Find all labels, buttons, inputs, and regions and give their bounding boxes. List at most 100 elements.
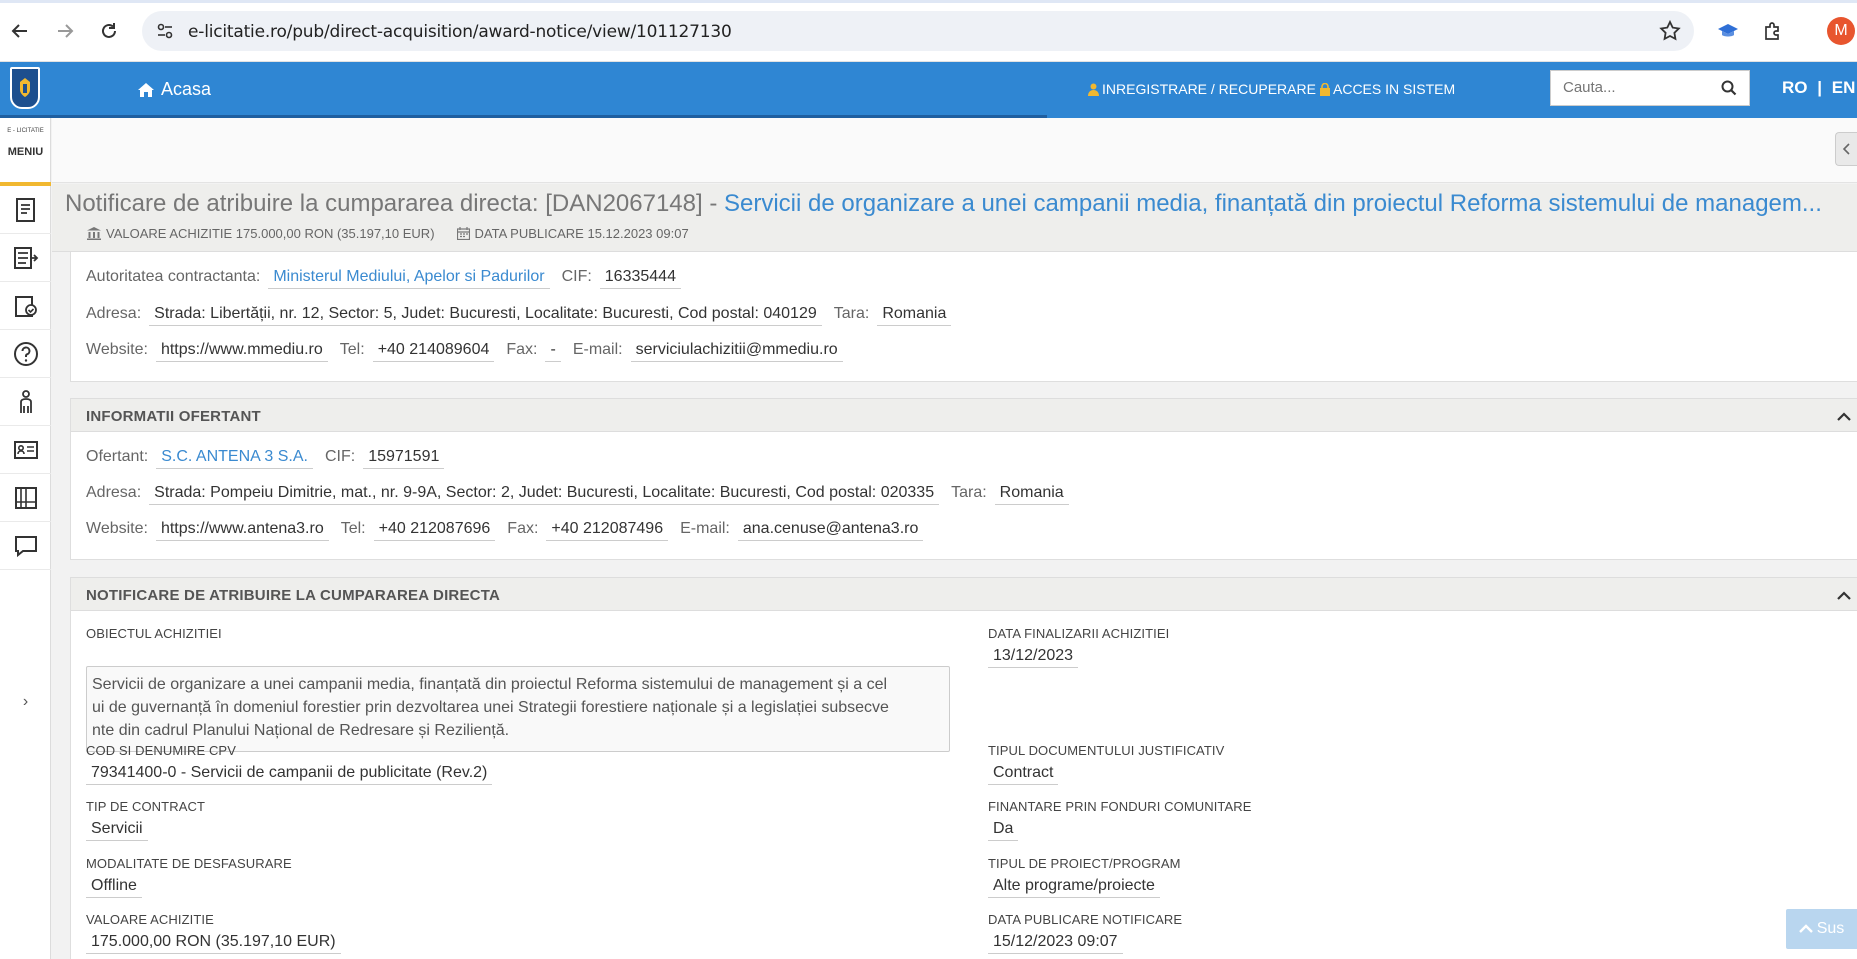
sidebar-item-library[interactable]: [0, 474, 51, 522]
bidder-tel: +40 212087696: [373, 520, 496, 541]
browser-toolbar: e-licitatie.ro/pub/direct-acquisition/aw…: [0, 0, 1857, 62]
profile-avatar[interactable]: M: [1827, 17, 1855, 45]
notice-panel: NOTIFICARE DE ATRIBUIRE LA CUMPARAREA DI…: [70, 577, 1857, 959]
sidebar-item-procedures[interactable]: [0, 234, 51, 282]
meta-value: VALOARE ACHIZITIE 175.000,00 RON (35.197…: [87, 226, 435, 241]
register-link[interactable]: INREGISTRARE / RECUPERARE: [1088, 81, 1316, 97]
authority-cif: 16335444: [599, 268, 681, 289]
graduation-cap-icon: [1718, 24, 1738, 37]
puzzle-icon: [1765, 22, 1779, 40]
bidder-address: Strada: Pompeiu Dimitrie, mat., nr. 9-9A…: [149, 484, 940, 505]
authority-name-link[interactable]: Ministerul Mediului, Apelor si Padurilor: [268, 268, 550, 289]
sidebar-item-contracts[interactable]: [0, 282, 51, 330]
bidder-address-label: Adresa:: [86, 484, 142, 501]
authority-address: Strada: Libertății, nr. 12, Sector: 5, J…: [149, 305, 822, 326]
forward-button[interactable]: [50, 16, 80, 46]
login-link-label: ACCES IN SISTEM: [1333, 81, 1456, 97]
chevron-up-icon: [1798, 924, 1813, 933]
notice-panel-header[interactable]: NOTIFICARE DE ATRIBUIRE LA CUMPARAREA DI…: [71, 577, 1857, 611]
bidder-panel-title: INFORMATII OFERTANT: [86, 408, 261, 425]
contract-type-label: TIP DE CONTRACT: [86, 799, 205, 814]
end-date-value: 13/12/2023: [988, 647, 1079, 668]
chevron-up-icon[interactable]: [1837, 588, 1851, 606]
bidder-fax-label: Fax:: [507, 520, 539, 537]
sidebar-expand-button[interactable]: ›: [0, 680, 51, 724]
authority-tel: +40 214089604: [372, 341, 495, 362]
search-input[interactable]: [1563, 79, 1713, 96]
scroll-top-label: Sus: [1816, 920, 1845, 937]
extension-button[interactable]: [1715, 18, 1741, 44]
contract-type-value: Servicii: [86, 820, 148, 841]
lock-icon: [1320, 82, 1330, 96]
home-link-label: Acasa: [161, 79, 212, 99]
doc-type-value: Contract: [988, 764, 1059, 785]
arrow-right-icon: [58, 24, 74, 38]
question-circle-icon: [13, 341, 38, 366]
search-box[interactable]: [1550, 70, 1750, 106]
doc-type-label: TIPUL DOCUMENTULUI JUSTIFICATIV: [988, 743, 1225, 758]
id-card-icon: [13, 440, 38, 459]
site-logo[interactable]: [10, 67, 40, 109]
meta-value-text: VALOARE ACHIZITIE 175.000,00 RON (35.197…: [106, 226, 435, 241]
chevron-up-icon[interactable]: [1837, 409, 1851, 427]
bidder-address-row: Adresa: Strada: Pompeiu Dimitrie, mat., …: [86, 484, 1081, 505]
sidebar-item-operators[interactable]: [0, 378, 51, 426]
object-label: OBIECTUL ACHIZITIEI: [86, 626, 222, 641]
chevron-left-icon: [1842, 143, 1850, 155]
page-title-link[interactable]: Servicii de organizare a unei campanii m…: [724, 190, 1822, 217]
authority-address-label: Adresa:: [86, 305, 142, 322]
cpv-label: COD SI DENUMIRE CPV: [86, 743, 236, 758]
lang-ro-link[interactable]: RO: [1782, 78, 1808, 97]
authority-email-label: E-mail:: [572, 341, 623, 358]
bidder-website: https://www.antena3.ro: [155, 520, 329, 541]
lang-separator: |: [1817, 78, 1822, 97]
home-icon: [138, 82, 154, 97]
left-sidebar: E - LICITATIE MENIU ›: [0, 118, 51, 959]
bidder-panel-header[interactable]: INFORMATII OFERTANT: [71, 398, 1857, 432]
star-icon: [1659, 19, 1681, 41]
sidebar-item-registry[interactable]: [0, 426, 51, 474]
sidebar-item-feedback[interactable]: [0, 522, 51, 570]
bank-icon: [87, 227, 101, 240]
bookmark-star-button[interactable]: [1658, 19, 1682, 43]
arrow-left-icon: [11, 24, 27, 38]
tab-strip-edge: [0, 0, 1857, 3]
notice-meta: VALOARE ACHIZITIE 175.000,00 RON (35.197…: [87, 226, 689, 241]
address-bar[interactable]: e-licitatie.ro/pub/direct-acquisition/aw…: [142, 11, 1694, 51]
lang-en-link[interactable]: EN: [1832, 78, 1856, 97]
sidebar-item-notices[interactable]: [0, 186, 51, 234]
menu-toggle[interactable]: MENIU: [0, 146, 51, 158]
sidebar-item-help[interactable]: [0, 330, 51, 378]
back-button[interactable]: [5, 16, 35, 46]
object-line: nte din cadrul Planului Național de Redr…: [92, 722, 510, 739]
reload-button[interactable]: [94, 16, 124, 46]
pub-date-label: DATA PUBLICARE NOTIFICARE: [988, 912, 1183, 927]
calendar-icon: [456, 227, 470, 240]
scroll-top-button[interactable]: Sus: [1786, 909, 1857, 949]
login-link[interactable]: ACCES IN SISTEM: [1320, 81, 1455, 97]
value-value: 175.000,00 RON (35.197,10 EUR): [86, 933, 341, 954]
person-icon: [19, 389, 32, 413]
bidder-name-link[interactable]: S.C. ANTENA 3 S.A.: [156, 448, 313, 469]
extensions-menu-button[interactable]: [1760, 18, 1786, 44]
content-toolbar: [52, 118, 1857, 183]
home-link[interactable]: Acasa: [137, 79, 211, 100]
language-switch: RO | EN: [1782, 78, 1855, 98]
bidder-email: ana.cenuse@antena3.ro: [737, 520, 924, 541]
search-icon[interactable]: [1721, 80, 1737, 101]
site-info-button[interactable]: [152, 18, 178, 44]
bidder-panel: INFORMATII OFERTANT Ofertant: S.C. ANTEN…: [70, 398, 1857, 560]
collapse-panel-button[interactable]: [1835, 132, 1857, 166]
authority-panel: Autoritatea contractanta: Ministerul Med…: [70, 252, 1857, 382]
authority-website: https://www.mmediu.ro: [155, 341, 328, 362]
bidder-fax: +40 212087496: [546, 520, 669, 541]
eu-funds-value: Da: [988, 820, 1019, 841]
mode-label: MODALITATE DE DESFASURARE: [86, 856, 292, 871]
authority-address-row: Adresa: Strada: Libertății, nr. 12, Sect…: [86, 305, 963, 326]
coat-of-arms-icon: [20, 78, 30, 97]
document-icon: [15, 197, 35, 222]
authority-country-label: Tara:: [833, 305, 870, 322]
project-type-value: Alte programe/proiecte: [988, 877, 1160, 898]
url-text[interactable]: e-licitatie.ro/pub/direct-acquisition/aw…: [188, 22, 732, 42]
page-title-prefix: Notificare de atribuire la cumpararea di…: [65, 190, 724, 217]
